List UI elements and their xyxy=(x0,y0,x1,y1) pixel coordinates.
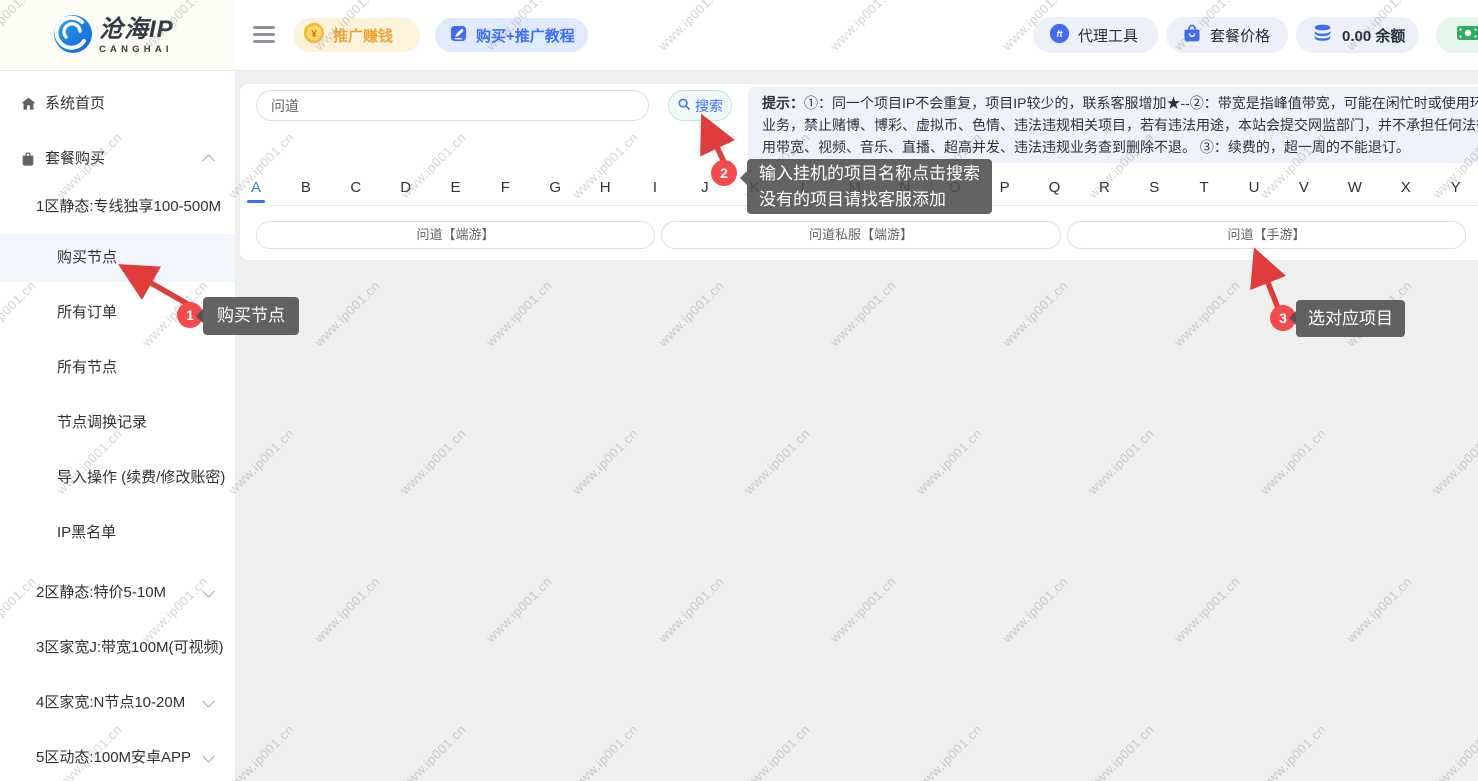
notice-box: 提示：①：同一个项目IP不会重复，项目IP较少的，联系客服增加★--②：带宽是指… xyxy=(748,87,1478,163)
alphabet-letter[interactable]: E xyxy=(450,179,462,196)
step-badge-2: 2 xyxy=(711,160,737,186)
step-tooltip-3: 选对应项目 xyxy=(1296,300,1405,337)
buy-tutorial-label: 购买+推广教程 xyxy=(476,25,575,46)
step-tooltip-2-line2: 没有的项目请找客服添加 xyxy=(759,187,980,213)
agent-tools-label: 代理工具 xyxy=(1078,25,1138,46)
red-arrow-3 xyxy=(1259,260,1278,308)
notice-line: 提示：①：同一个项目IP不会重复，项目IP较少的，联系客服增加★--②：带宽是指… xyxy=(762,92,1478,114)
alphabet-letter[interactable]: G xyxy=(549,179,561,196)
promo-earn-label: 推广赚钱 xyxy=(333,25,393,46)
sidebar-item-label: 4区家宽:N节点10-20M xyxy=(36,694,185,711)
sidebar-item-label: 系统首页 xyxy=(45,95,105,112)
alphabet-letter[interactable]: A xyxy=(250,179,262,196)
sidebar-item-label: 节点调换记录 xyxy=(57,414,147,431)
alphabet-letter[interactable]: D xyxy=(400,179,412,196)
sidebar-item-label: IP黑名单 xyxy=(57,524,116,541)
buy-tutorial-button[interactable]: 购买+推广教程 xyxy=(435,18,588,52)
sidebar-item-all-nodes[interactable]: 所有节点 xyxy=(0,346,235,390)
alphabet-letter[interactable]: X xyxy=(1400,179,1412,196)
alphabet-letter[interactable]: Q xyxy=(1049,179,1061,196)
document-pen-icon xyxy=(449,24,468,47)
sidebar-item-label: 1区静态:专线独享100-500M xyxy=(36,198,221,215)
sidebar-group-zone3[interactable]: 3区家宽J:带宽100M(可视频) xyxy=(0,626,235,670)
sidebar-item-label: 套餐购买 xyxy=(45,150,105,167)
sidebar-item-import-ops[interactable]: 导入操作 (续费/修改账密) xyxy=(0,456,235,500)
sidebar-item-package-buy[interactable]: 套餐购买 xyxy=(0,137,235,181)
promo-earn-button[interactable]: ¥ 推广赚钱 xyxy=(293,18,420,52)
alphabet-letter[interactable]: S xyxy=(1148,179,1160,196)
logo-area: 沧海IP CANGHAI xyxy=(0,0,235,71)
alphabet-letter[interactable]: I xyxy=(649,179,661,196)
step-tooltip-2: 输入挂机的项目名称点击搜索 没有的项目请找客服添加 xyxy=(747,159,992,214)
alphabet-letter[interactable]: P xyxy=(999,179,1011,196)
alphabet-letter[interactable]: B xyxy=(300,179,312,196)
coin-icon: ¥ xyxy=(303,22,325,48)
hamburger-menu-icon[interactable] xyxy=(253,26,275,43)
search-button[interactable]: 搜索 xyxy=(668,90,732,121)
alphabet-letter[interactable]: H xyxy=(599,179,611,196)
project-button-wendao-mobile[interactable]: 问道【手游】 xyxy=(1067,221,1466,249)
sidebar-item-label: 导入操作 (续费/修改账密) xyxy=(57,469,225,486)
sidebar-group-zone1[interactable]: 1区静态:专线独享100-500M xyxy=(0,185,235,229)
svg-text:ft: ft xyxy=(1056,29,1063,39)
step-tooltip-2-line1: 输入挂机的项目名称点击搜索 xyxy=(759,161,980,187)
sidebar-item-label: 5区动态:100M安卓APP xyxy=(36,749,191,766)
step-tooltip-1: 购买节点 xyxy=(203,297,299,335)
project-button-wendao-pc[interactable]: 问道【端游】 xyxy=(256,221,655,249)
alphabet-letter[interactable]: R xyxy=(1098,179,1110,196)
sidebar-group-zone2[interactable]: 2区静态:特价5-10M xyxy=(0,571,235,615)
chevron-down-icon xyxy=(202,750,215,763)
notice-line: 用带宽、视频、音乐、直播、超高并发、违法违规业务查到删除不退。 ③：续费的，超一… xyxy=(762,136,1478,158)
money-button[interactable] xyxy=(1436,17,1478,53)
alphabet-letter[interactable]: V xyxy=(1298,179,1310,196)
search-input[interactable] xyxy=(256,90,649,121)
sidebar-item-label: 所有订单 xyxy=(57,304,117,321)
top-navbar: ¥ 推广赚钱 购买+推广教程 ft 代理工具 套餐价格 xyxy=(235,0,1478,71)
chevron-down-icon xyxy=(202,695,215,708)
search-icon xyxy=(677,97,691,114)
chevron-down-icon xyxy=(202,585,215,598)
sidebar-item-home[interactable]: 系统首页 xyxy=(0,82,235,126)
alphabet-letter[interactable]: Y xyxy=(1450,179,1462,196)
sidebar-item-label: 2区静态:特价5-10M xyxy=(36,584,166,601)
agent-tools-button[interactable]: ft 代理工具 xyxy=(1033,17,1158,53)
sidebar: 系统首页 套餐购买 1区静态:专线独享100-500M 购买节点 所有订单 所有… xyxy=(0,0,235,781)
sidebar-item-node-swap-log[interactable]: 节点调换记录 xyxy=(0,401,235,445)
alphabet-letter[interactable]: U xyxy=(1248,179,1260,196)
sidebar-item-buy-node[interactable]: 购买节点 xyxy=(0,234,235,282)
sidebar-item-label: 所有节点 xyxy=(57,359,117,376)
project-button-wendao-private-pc[interactable]: 问道私服【端游】 xyxy=(661,221,1061,249)
sidebar-item-label: 3区家宽J:带宽100M(可视频) xyxy=(36,639,224,656)
sidebar-group-zone5[interactable]: 5区动态:100M安卓APP xyxy=(0,736,235,780)
balance-label: 0.00 余额 xyxy=(1342,25,1405,46)
sidebar-item-label: 购买节点 xyxy=(57,249,117,266)
svg-text:¥: ¥ xyxy=(311,29,317,40)
bag-icon xyxy=(20,151,36,167)
sidebar-group-zone4[interactable]: 4区家宽:N节点10-20M xyxy=(0,681,235,725)
search-button-label: 搜索 xyxy=(695,96,723,116)
sidebar-item-ip-blacklist[interactable]: IP黑名单 xyxy=(0,511,235,555)
alphabet-letter[interactable]: C xyxy=(350,179,362,196)
brand-name: 沧海IP xyxy=(99,18,174,42)
chevron-up-icon xyxy=(202,154,215,167)
brand-subtitle: CANGHAI xyxy=(99,45,174,55)
alphabet-letter[interactable]: W xyxy=(1348,179,1362,196)
shopping-bag-icon xyxy=(1182,23,1202,47)
balance-button[interactable]: 0.00 余额 xyxy=(1296,17,1419,53)
brand-logo-icon xyxy=(53,14,93,59)
app-window: 系统首页 套餐购买 1区静态:专线独享100-500M 购买节点 所有订单 所有… xyxy=(0,0,1478,781)
alphabet-letter[interactable]: F xyxy=(499,179,511,196)
notice-line: 业务，禁止赌博、博彩、虚拟币、色情、违法违规相关项目，若有违法用途，本站会提交网… xyxy=(762,114,1478,136)
home-icon xyxy=(20,96,37,113)
banknote-icon xyxy=(1456,23,1478,47)
alphabet-letter[interactable]: J xyxy=(699,179,711,196)
coins-stack-icon xyxy=(1312,22,1334,48)
alphabet-letter[interactable]: T xyxy=(1198,179,1210,196)
package-price-button[interactable]: 套餐价格 xyxy=(1166,17,1288,53)
package-price-label: 套餐价格 xyxy=(1210,25,1270,46)
ft-circle-icon: ft xyxy=(1049,23,1070,48)
